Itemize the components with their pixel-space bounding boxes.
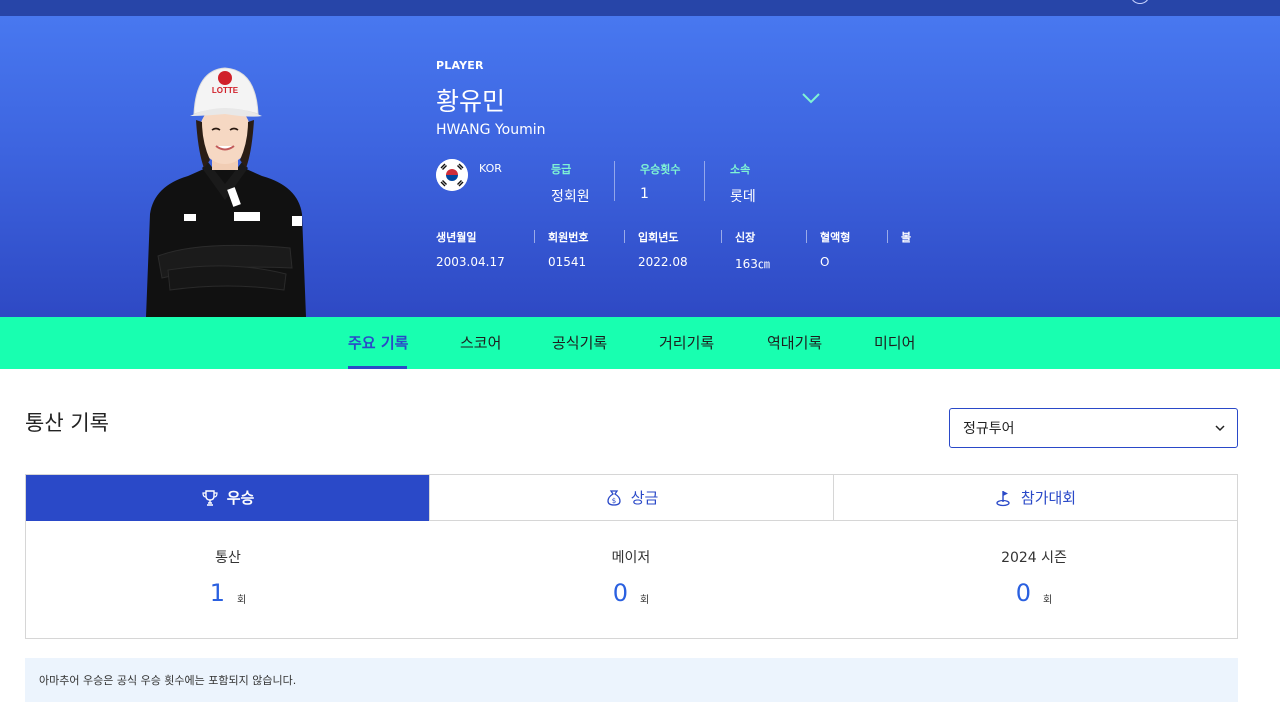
grade-value: 정회원 xyxy=(551,189,590,205)
info-height: 신장 163㎝ xyxy=(735,229,770,272)
info-blood-type: 혈액형 O xyxy=(820,229,850,269)
tab-distance-records[interactable]: 거리기록 xyxy=(659,332,714,353)
stat-unit: 회 xyxy=(1043,595,1053,606)
money-bag-icon: $ xyxy=(607,489,621,506)
divider xyxy=(614,161,615,201)
wins-value: 1 xyxy=(640,186,649,202)
amateur-note: 아마추어 우승은 공식 우승 횟수에는 포함되지 않습니다. xyxy=(25,658,1238,702)
player-photo: LOTTE xyxy=(146,67,306,317)
panel-tab-label: 참가대회 xyxy=(1020,489,1077,507)
record-tabs: 주요 기록 스코어 공식기록 거리기록 역대기록 미디어 xyxy=(0,317,1280,369)
stat-career: 통산 1회 xyxy=(26,547,430,607)
panel-tab-tournaments[interactable]: 참가대회 xyxy=(834,475,1237,521)
panel-tab-label: 상금 xyxy=(630,489,659,507)
stat-unit: 회 xyxy=(640,595,650,606)
info-member-number: 회원번호 01541 xyxy=(548,229,588,269)
team-value: 롯데 xyxy=(730,189,756,205)
tab-main-records[interactable]: 주요 기록 xyxy=(348,332,408,353)
info-value: O xyxy=(820,255,830,269)
trophy-icon xyxy=(202,489,218,506)
top-nav-bar xyxy=(0,0,1280,16)
wins-label: 우승횟수 xyxy=(640,163,681,176)
divider xyxy=(534,230,535,243)
tour-select[interactable]: 정규투어 xyxy=(949,408,1238,448)
info-value: 163㎝ xyxy=(735,257,770,271)
career-record-panel: 우승 $ 상금 참가대회 통산 1회 메이저 0회 2024 시즌 0회 xyxy=(25,474,1238,639)
wins-field: 우승횟수 1 xyxy=(640,161,680,202)
panel-tab-wins[interactable]: 우승 xyxy=(26,475,429,521)
player-name: 황유민 xyxy=(436,87,506,116)
player-nation: KOR xyxy=(479,162,502,175)
user-icon[interactable] xyxy=(1130,0,1150,4)
info-value: 01541 xyxy=(548,255,587,269)
team-label: 소속 xyxy=(730,163,751,176)
divider xyxy=(624,230,625,243)
team-field: 소속 롯데 xyxy=(730,161,756,206)
note-text: 아마추어 우승은 공식 우승 횟수에는 포함되지 않습니다. xyxy=(39,674,297,687)
chevron-down-icon xyxy=(1215,425,1225,432)
active-tab-indicator xyxy=(348,366,407,369)
divider xyxy=(704,161,705,201)
info-label: 혈액형 xyxy=(820,231,851,244)
tour-select-value: 정규투어 xyxy=(963,421,1015,437)
golf-flag-icon xyxy=(996,490,1010,506)
stat-value: 0 xyxy=(1015,579,1032,607)
info-join-year: 입회년도 2022.08 xyxy=(638,229,688,269)
chevron-down-icon[interactable] xyxy=(802,92,820,104)
divider xyxy=(887,230,888,243)
info-label: 신장 xyxy=(735,231,756,244)
player-english-name: HWANG Youmin xyxy=(436,122,546,138)
player-tag: PLAYER xyxy=(436,59,484,72)
info-label: 회원번호 xyxy=(548,231,589,244)
tab-score[interactable]: 스코어 xyxy=(460,332,501,353)
stat-season: 2024 시즌 0회 xyxy=(832,547,1236,607)
stat-value: 1 xyxy=(209,579,226,607)
info-value: 2022.08 xyxy=(638,255,688,269)
panel-tab-label: 우승 xyxy=(226,489,255,507)
tab-official-records[interactable]: 공식기록 xyxy=(552,332,607,353)
stat-label: 2024 시즌 xyxy=(1001,550,1067,566)
grade-field: 등급 정회원 xyxy=(551,161,590,206)
stat-major: 메이저 0회 xyxy=(429,547,833,607)
info-value: 2003.04.17 xyxy=(436,255,505,269)
divider xyxy=(806,230,807,243)
info-label: 입회년도 xyxy=(638,231,679,244)
stat-label: 통산 xyxy=(215,550,241,566)
section-title: 통산 기록 xyxy=(25,411,109,435)
stat-unit: 회 xyxy=(237,595,247,606)
info-birthdate: 생년월일 2003.04.17 xyxy=(436,229,505,269)
info-label: 볼 xyxy=(901,231,912,244)
panel-tab-prize-money[interactable]: $ 상금 xyxy=(430,475,833,521)
stat-label: 메이저 xyxy=(611,550,651,566)
info-ball: 볼 xyxy=(901,229,911,255)
tab-media[interactable]: 미디어 xyxy=(874,332,915,353)
info-label: 생년월일 xyxy=(436,231,477,244)
player-hero: LOTTE PLAYER 황유민 HWANG Youmin KOR 등급 정회원… xyxy=(0,16,1280,317)
tab-history-records[interactable]: 역대기록 xyxy=(767,332,822,353)
svg-text:$: $ xyxy=(611,497,615,505)
cap-logo: LOTTE xyxy=(212,86,239,95)
stat-value: 0 xyxy=(612,579,629,607)
divider xyxy=(721,230,722,243)
grade-label: 등급 xyxy=(551,163,572,176)
korea-flag-icon xyxy=(436,159,468,191)
